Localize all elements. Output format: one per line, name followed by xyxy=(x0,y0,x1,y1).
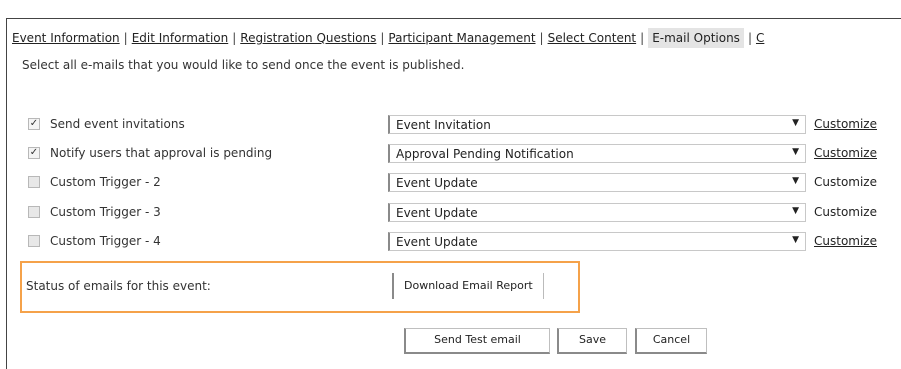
select-value: Approval Pending Notification xyxy=(396,147,574,161)
email-template-select[interactable]: Event Update ▼ xyxy=(388,232,806,251)
custom-trigger-2-checkbox[interactable] xyxy=(28,176,40,188)
email-status-box: Status of emails for this event: Downloa… xyxy=(20,261,580,313)
tab-separator: | xyxy=(640,31,645,45)
tab-bar: Event Information | Edit Information | R… xyxy=(12,27,764,49)
email-option-row: ✓ Notify users that approval is pending … xyxy=(28,143,877,165)
send-test-email-button[interactable]: Send Test email xyxy=(404,328,550,354)
download-email-report-button[interactable]: Download Email Report xyxy=(392,273,544,299)
email-template-select[interactable]: Event Update ▼ xyxy=(388,203,806,222)
email-template-select[interactable]: Approval Pending Notification ▼ xyxy=(388,144,806,163)
tab-separator: | xyxy=(747,31,752,45)
status-label: Status of emails for this event: xyxy=(26,279,211,293)
intro-text: Select all e-mails that you would like t… xyxy=(22,58,465,72)
email-option-row: ✓ Send event invitations Event Invitatio… xyxy=(28,114,877,136)
email-option-label: Custom Trigger - 4 xyxy=(50,234,161,248)
tab-registration-questions[interactable]: Registration Questions xyxy=(240,31,376,45)
chevron-down-icon: ▼ xyxy=(792,176,799,186)
customize-link[interactable]: Customize xyxy=(814,205,877,219)
tab-email-options[interactable]: E-mail Options xyxy=(648,28,744,48)
select-value: Event Invitation xyxy=(396,118,491,132)
select-value: Event Update xyxy=(396,206,478,220)
email-option-row: Custom Trigger - 2 Event Update ▼ Custom… xyxy=(28,172,877,194)
tab-event-information[interactable]: Event Information xyxy=(12,31,120,45)
tab-select-content[interactable]: Select Content xyxy=(548,31,637,45)
custom-trigger-4-checkbox[interactable] xyxy=(28,235,40,247)
customize-link[interactable]: Customize xyxy=(814,146,877,160)
tab-more-truncated[interactable]: C xyxy=(756,31,764,45)
check-icon: ✓ xyxy=(29,118,39,129)
email-option-row: Custom Trigger - 4 Event Update ▼ Custom… xyxy=(28,231,877,253)
tab-separator: | xyxy=(123,31,128,45)
tab-separator: | xyxy=(232,31,237,45)
send-invitations-checkbox[interactable]: ✓ xyxy=(28,118,40,130)
email-option-label: Send event invitations xyxy=(50,117,185,131)
chevron-down-icon: ▼ xyxy=(792,147,799,157)
customize-link[interactable]: Customize xyxy=(814,117,877,131)
email-option-label: Custom Trigger - 3 xyxy=(50,205,161,219)
select-value: Event Update xyxy=(396,176,478,190)
tab-edit-information[interactable]: Edit Information xyxy=(132,31,229,45)
tab-separator: | xyxy=(380,31,385,45)
chevron-down-icon: ▼ xyxy=(792,235,799,245)
customize-link[interactable]: Customize xyxy=(814,175,877,189)
chevron-down-icon: ▼ xyxy=(792,206,799,216)
email-option-label: Custom Trigger - 2 xyxy=(50,175,161,189)
chevron-down-icon: ▼ xyxy=(792,118,799,128)
cancel-button[interactable]: Cancel xyxy=(635,328,707,354)
custom-trigger-3-checkbox[interactable] xyxy=(28,206,40,218)
tab-separator: | xyxy=(539,31,544,45)
save-button[interactable]: Save xyxy=(557,328,627,354)
select-value: Event Update xyxy=(396,235,478,249)
customize-link[interactable]: Customize xyxy=(814,234,877,248)
notify-approval-checkbox[interactable]: ✓ xyxy=(28,147,40,159)
email-option-row: Custom Trigger - 3 Event Update ▼ Custom… xyxy=(28,202,877,224)
email-template-select[interactable]: Event Update ▼ xyxy=(388,173,806,192)
email-template-select[interactable]: Event Invitation ▼ xyxy=(388,115,806,134)
email-option-label: Notify users that approval is pending xyxy=(50,146,273,160)
tab-participant-management[interactable]: Participant Management xyxy=(388,31,535,45)
check-icon: ✓ xyxy=(29,147,39,158)
